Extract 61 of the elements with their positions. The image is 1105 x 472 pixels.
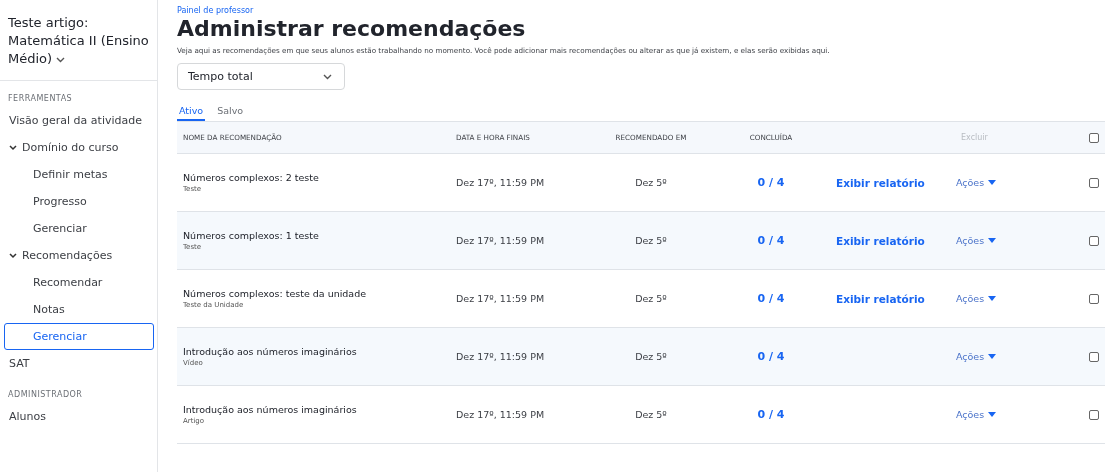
due-date: Dez 17º, 11:59 PM — [456, 177, 545, 188]
report-link[interactable]: Exibir relatório — [836, 292, 946, 305]
recommendation-name: Introdução aos números imaginários — [183, 404, 358, 415]
actions-dropdown[interactable]: Ações — [956, 409, 997, 420]
completed-count[interactable]: 0 / 4 — [757, 176, 785, 189]
caret-down-icon — [988, 296, 997, 301]
actions-dropdown[interactable]: Ações — [956, 235, 997, 246]
completed-count[interactable]: 0 / 4 — [757, 234, 785, 247]
completed-count[interactable]: 0 / 4 — [757, 292, 785, 305]
completed-count[interactable]: 0 / 4 — [757, 408, 785, 421]
row-checkbox[interactable] — [1089, 177, 1099, 188]
time-filter-dropdown[interactable]: Tempo total — [177, 63, 345, 90]
caret-down-icon — [988, 180, 997, 185]
caret-down-icon — [988, 354, 997, 359]
completed-count[interactable]: 0 / 4 — [757, 350, 785, 363]
breadcrumb-link[interactable]: Painel de professor — [177, 6, 1105, 15]
due-date: Dez 17º, 11:59 PM — [456, 293, 545, 304]
row-checkbox[interactable] — [1089, 351, 1099, 362]
sidebar-subitem[interactable]: Progresso — [4, 188, 154, 215]
actions-dropdown[interactable]: Ações — [956, 351, 997, 362]
sidebar-item[interactable]: Recomendações — [0, 242, 150, 269]
recommended-date: Dez 5º — [635, 409, 667, 420]
section-heading: ADMINISTRADOR — [7, 389, 84, 399]
report-link[interactable]: Exibir relatório — [836, 234, 946, 247]
row-checkbox[interactable] — [1089, 235, 1099, 246]
sidebar-item[interactable]: SAT — [0, 350, 150, 377]
select-all-checkbox[interactable] — [1089, 132, 1099, 143]
sidebar-subitem[interactable]: Recomendar — [4, 269, 154, 296]
sidebar-item[interactable]: Domínio do curso — [0, 134, 150, 161]
due-date: Dez 17º, 11:59 PM — [456, 235, 545, 246]
sidebar-item[interactable]: Visão geral da atividade — [0, 107, 150, 134]
chevron-down-icon — [9, 252, 17, 259]
caret-down-icon — [988, 238, 997, 243]
section-heading: FERRAMENTAS — [7, 93, 74, 103]
row-checkbox[interactable] — [1089, 409, 1099, 420]
chevron-down-icon — [56, 57, 66, 63]
recommended-date: Dez 5º — [635, 293, 667, 304]
sidebar-subitem[interactable]: Gerenciar — [4, 215, 154, 242]
caret-down-icon — [988, 412, 997, 417]
chevron-down-icon — [9, 144, 17, 151]
chevron-down-icon — [323, 73, 332, 80]
report-link[interactable]: Exibir relatório — [836, 176, 946, 189]
due-date: Dez 17º, 11:59 PM — [456, 351, 545, 362]
tab[interactable]: Salvo — [215, 102, 246, 121]
sidebar-subitem[interactable]: Notas — [4, 296, 154, 323]
sidebar-subitem[interactable]: Definir metas — [4, 161, 154, 188]
course-title[interactable]: Teste artigo: Matemática II (Ensino Médio) — [0, 0, 158, 81]
recommendation-name: Números complexos: 2 teste — [183, 172, 320, 183]
recommendation-name: Introdução aos números imaginários — [183, 346, 358, 357]
recommendation-name: Números complexos: 1 teste — [183, 230, 320, 241]
recommended-date: Dez 5º — [635, 235, 667, 246]
recommended-date: Dez 5º — [635, 177, 667, 188]
due-date: Dez 17º, 11:59 PM — [456, 409, 545, 420]
actions-dropdown[interactable]: Ações — [956, 177, 997, 188]
recommendation-name: Números complexos: teste da unidade — [183, 288, 368, 299]
sidebar-subitem[interactable]: Gerenciar — [4, 323, 154, 350]
actions-dropdown[interactable]: Ações — [956, 293, 997, 304]
page-title: Administrar recomendações — [177, 15, 527, 43]
recommended-date: Dez 5º — [635, 351, 667, 362]
sidebar-item[interactable]: Alunos — [0, 403, 150, 430]
row-checkbox[interactable] — [1089, 293, 1099, 304]
